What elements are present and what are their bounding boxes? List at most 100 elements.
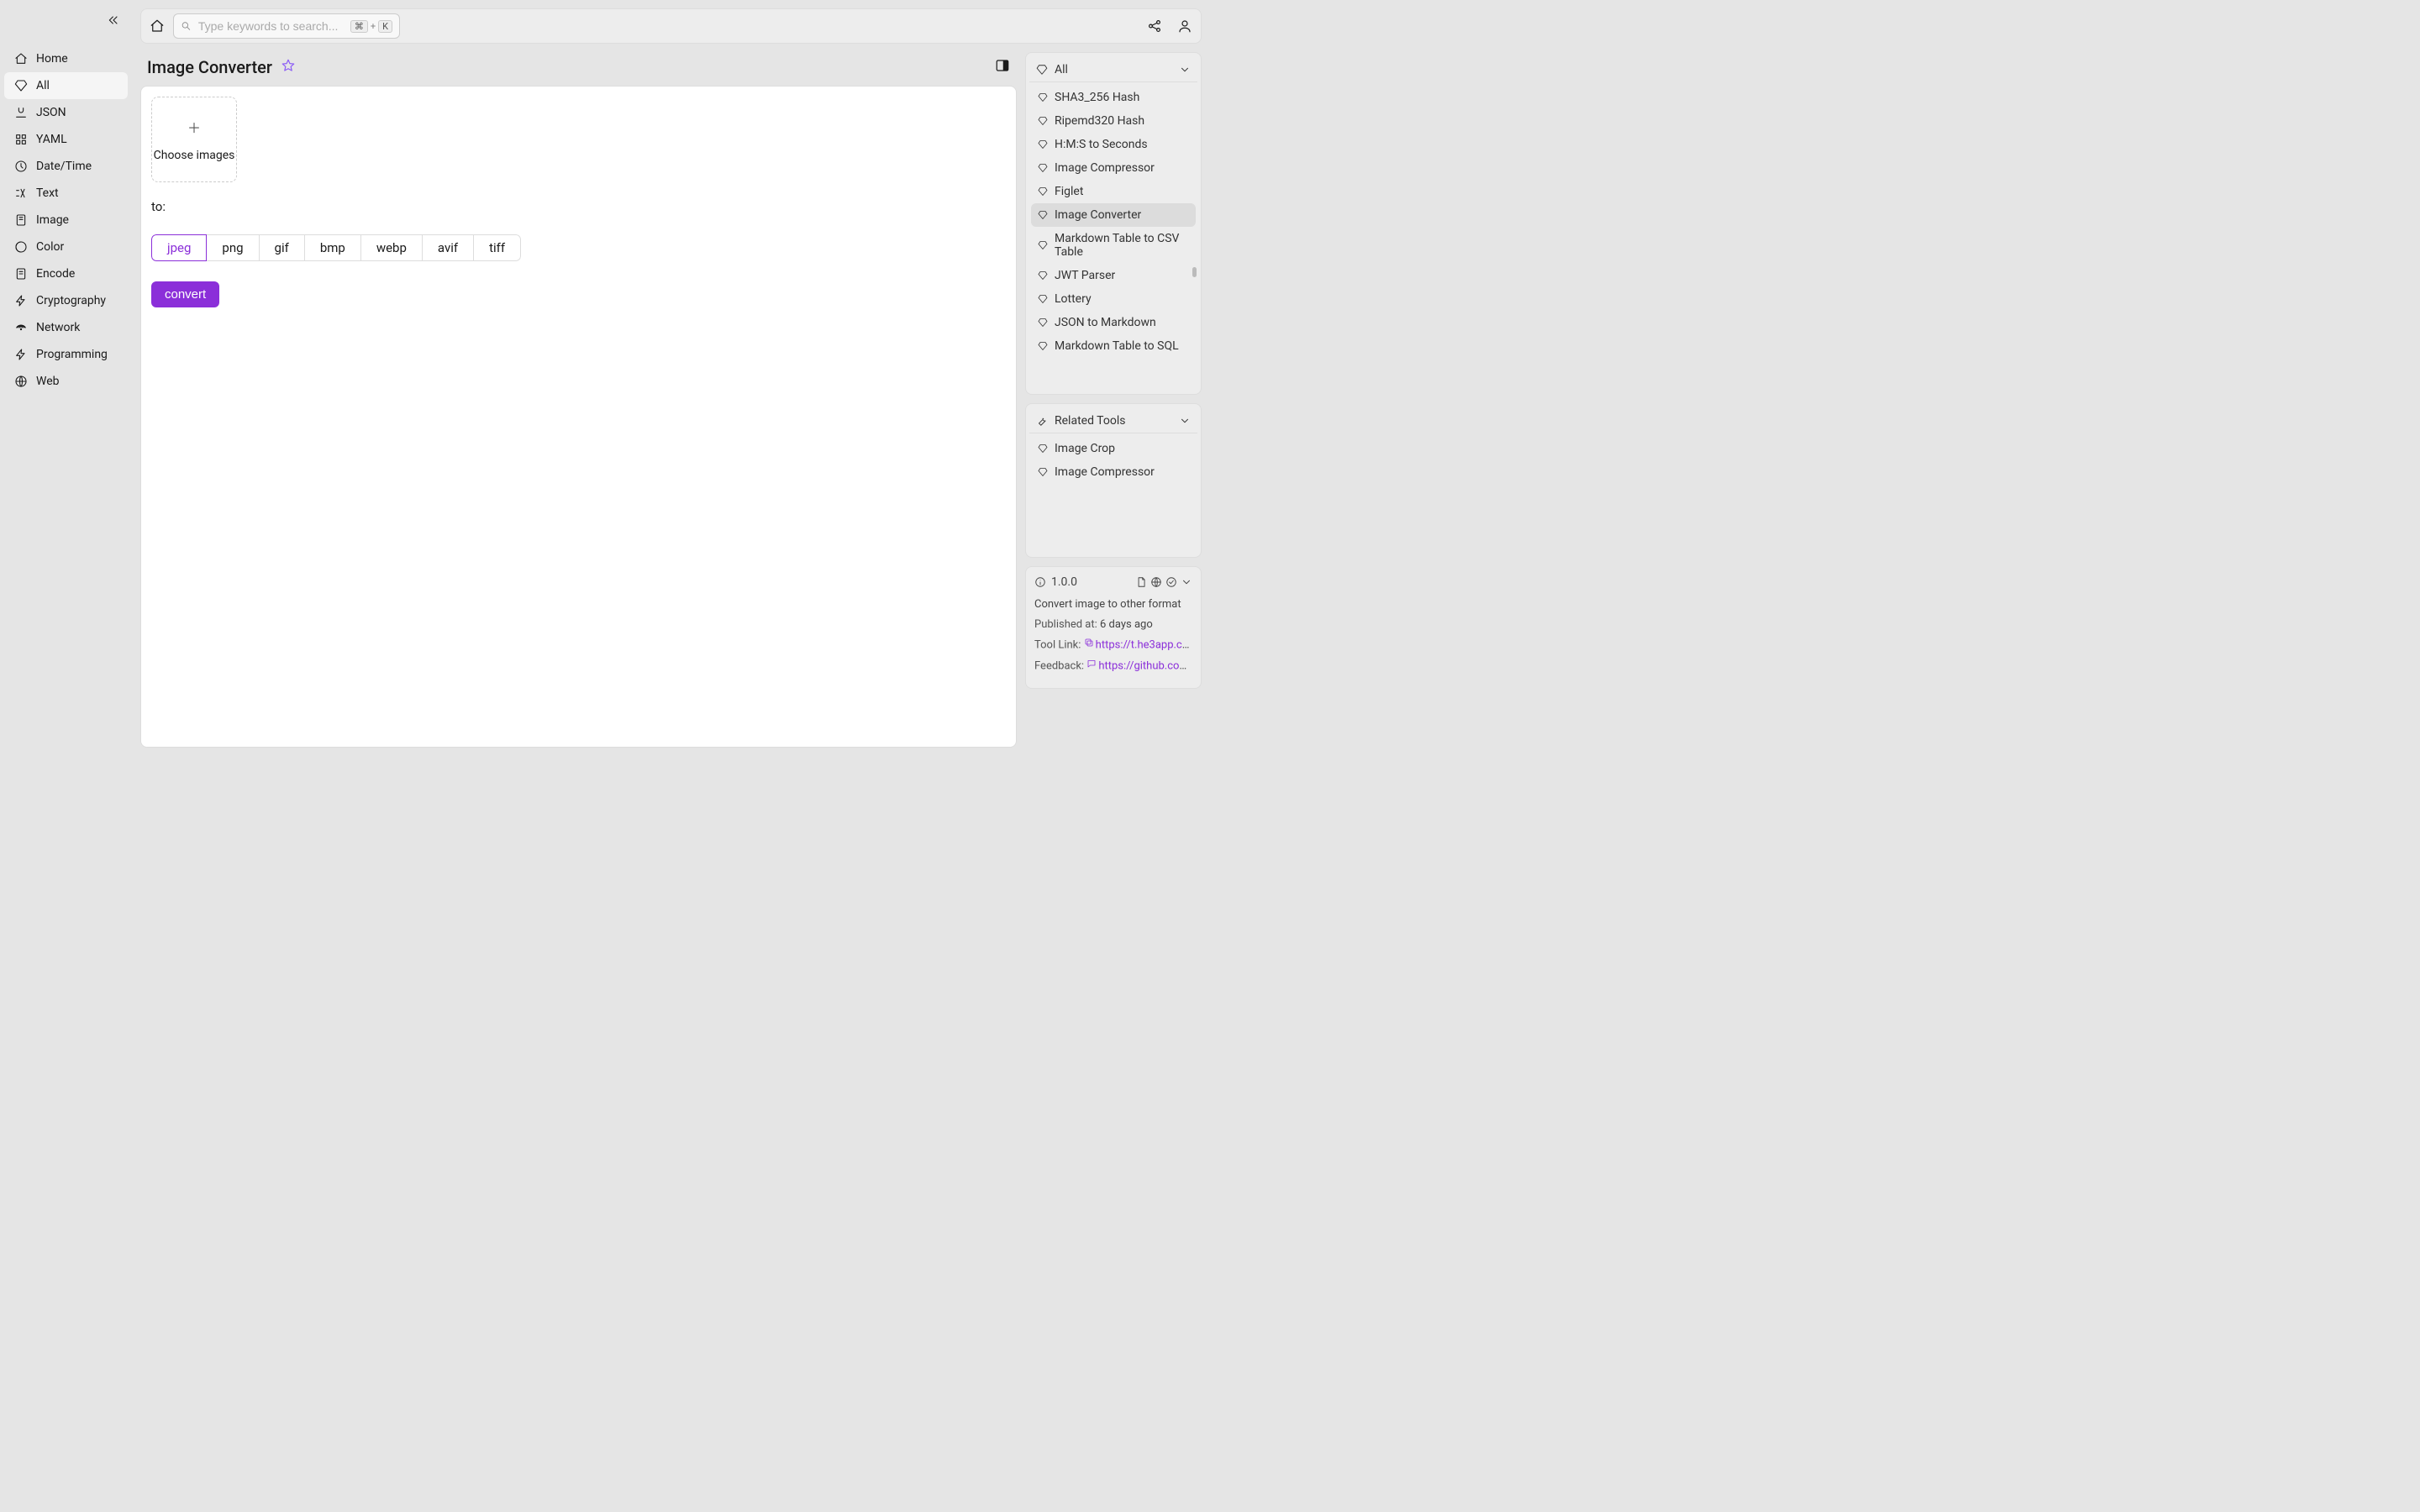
- tool-item[interactable]: JSON to Markdown: [1031, 311, 1196, 334]
- convert-button[interactable]: convert: [151, 281, 219, 307]
- nav-label: Encode: [36, 267, 75, 281]
- nav-label: Network: [36, 321, 80, 334]
- sidebar-item-image[interactable]: Image: [4, 207, 128, 234]
- gem-icon: [1038, 92, 1048, 102]
- dropzone-label: Choose images: [154, 149, 235, 162]
- format-option-avif[interactable]: avif: [422, 234, 474, 261]
- format-option-webp[interactable]: webp: [360, 234, 423, 261]
- tool-label: Image Compressor: [1055, 465, 1155, 479]
- sidebar-item-network[interactable]: Network: [4, 314, 128, 341]
- tool-label: Markdown Table to SQL: [1055, 339, 1179, 353]
- tool-item[interactable]: Markdown Table to CSV Table: [1031, 227, 1196, 264]
- version-text: 1.0.0: [1051, 575, 1077, 589]
- tool-link[interactable]: https://t.he3app.co…: [1096, 639, 1192, 652]
- search-box[interactable]: ⌘ + K: [173, 13, 400, 39]
- tool-label: SHA3_256 Hash: [1055, 91, 1139, 104]
- nav-icon: [14, 321, 28, 334]
- related-item[interactable]: Image Compressor: [1031, 460, 1196, 484]
- scrollbar-thumb[interactable]: [1192, 267, 1197, 277]
- tool-item[interactable]: Image Converter: [1031, 203, 1196, 227]
- tool-label: Markdown Table to CSV Table: [1055, 232, 1189, 259]
- tool-label: JWT Parser: [1055, 269, 1115, 282]
- user-icon[interactable]: [1177, 18, 1192, 34]
- format-option-gif[interactable]: gif: [259, 234, 305, 261]
- sidebar-item-programming[interactable]: Programming: [4, 341, 128, 368]
- all-tools-list: SHA3_256 Hash Ripemd320 Hash H:M:S to Seco…: [1029, 82, 1197, 361]
- nav-icon: [14, 52, 28, 66]
- tool-item[interactable]: Lottery: [1031, 287, 1196, 311]
- nav-label: Text: [36, 186, 59, 200]
- sidebar-item-web[interactable]: Web: [4, 368, 128, 395]
- favorite-button[interactable]: [281, 58, 296, 76]
- tool-item[interactable]: Markdown Table to SQL: [1031, 334, 1196, 358]
- sidebar-item-all[interactable]: All: [4, 72, 128, 99]
- format-option-png[interactable]: png: [206, 234, 259, 261]
- tool-label: Image Compressor: [1055, 161, 1155, 175]
- globe-icon[interactable]: [1150, 576, 1162, 588]
- gem-icon: [1038, 163, 1048, 173]
- home-icon: [150, 18, 165, 34]
- sidebar-item-color[interactable]: Color: [4, 234, 128, 260]
- kbd-mod: ⌘: [350, 20, 368, 33]
- document-icon[interactable]: [1135, 576, 1147, 588]
- chevron-down-icon: [1179, 64, 1191, 76]
- nav-label: Color: [36, 240, 64, 254]
- nav-label: Web: [36, 375, 60, 388]
- plus-icon: ＋: [187, 117, 201, 137]
- gem-icon: [1038, 270, 1048, 281]
- search-input[interactable]: [198, 19, 350, 33]
- message-icon[interactable]: [1086, 659, 1097, 669]
- chevron-down-icon: [1179, 415, 1191, 427]
- home-button[interactable]: [150, 18, 165, 34]
- tool-item[interactable]: Figlet: [1031, 180, 1196, 203]
- sidebar-item-encode[interactable]: Encode: [4, 260, 128, 287]
- tool-label: Image Crop: [1055, 442, 1115, 455]
- format-option-jpeg[interactable]: jpeg: [151, 234, 207, 261]
- kbd-plus: +: [370, 21, 376, 32]
- main-area: ⌘ + K Image Converter: [132, 0, 1210, 756]
- tool-item[interactable]: Image Compressor: [1031, 156, 1196, 180]
- tool-label: Figlet: [1055, 185, 1083, 198]
- sidebar-collapse-button[interactable]: [107, 13, 120, 30]
- sidebar-nav: HomeAllJSONYAML Date/Time Text Image Color En…: [4, 45, 128, 395]
- panel-icon: [995, 58, 1010, 73]
- sidebar-item-cryptography[interactable]: Cryptography: [4, 287, 128, 314]
- format-option-bmp[interactable]: bmp: [304, 234, 361, 261]
- image-dropzone[interactable]: ＋ Choose images: [151, 97, 237, 182]
- nav-icon: [14, 348, 28, 361]
- wrench-icon: [1036, 415, 1048, 427]
- related-tools-header[interactable]: Related Tools: [1029, 409, 1197, 433]
- related-tools-panel: Related Tools Image Crop Image Compressor: [1025, 403, 1202, 558]
- sidebar-item-json[interactable]: JSON: [4, 99, 128, 126]
- nav-icon: [14, 160, 28, 173]
- sidebar-item-text[interactable]: Text: [4, 180, 128, 207]
- nav-icon: [14, 133, 28, 146]
- chevron-down-icon[interactable]: [1181, 576, 1192, 588]
- tool-label: Ripemd320 Hash: [1055, 114, 1144, 128]
- tool-item[interactable]: SHA3_256 Hash: [1031, 86, 1196, 109]
- all-tools-header[interactable]: All: [1029, 58, 1197, 82]
- feedback-link[interactable]: https://github.com/…: [1098, 660, 1192, 673]
- sidebar-item-date-time[interactable]: Date/Time: [4, 153, 128, 180]
- info-feedback: Feedback: https://github.com/…: [1034, 659, 1192, 675]
- toggle-right-panel-button[interactable]: [995, 58, 1010, 76]
- nav-icon: [14, 106, 28, 119]
- info-panel: 1.0.0 Convert image to other format Publ…: [1025, 566, 1202, 689]
- gem-icon: [1038, 186, 1048, 197]
- sidebar-item-yaml[interactable]: YAML: [4, 126, 128, 153]
- sidebar-item-home[interactable]: Home: [4, 45, 128, 72]
- nav-label: Date/Time: [36, 160, 92, 173]
- related-item[interactable]: Image Crop: [1031, 437, 1196, 460]
- tool-item[interactable]: Ripemd320 Hash: [1031, 109, 1196, 133]
- format-option-tiff[interactable]: tiff: [473, 234, 521, 261]
- search-icon: [181, 20, 192, 32]
- copy-icon[interactable]: [1084, 638, 1094, 648]
- gem-icon: [1038, 240, 1048, 250]
- tool-item[interactable]: JWT Parser: [1031, 264, 1196, 287]
- related-tools-title: Related Tools: [1055, 414, 1125, 428]
- gem-icon: [1038, 210, 1048, 220]
- tool-item[interactable]: H:M:S to Seconds: [1031, 133, 1196, 156]
- share-icon[interactable]: [1147, 18, 1162, 34]
- check-circle-icon[interactable]: [1165, 576, 1177, 588]
- gem-icon: [1036, 64, 1048, 76]
